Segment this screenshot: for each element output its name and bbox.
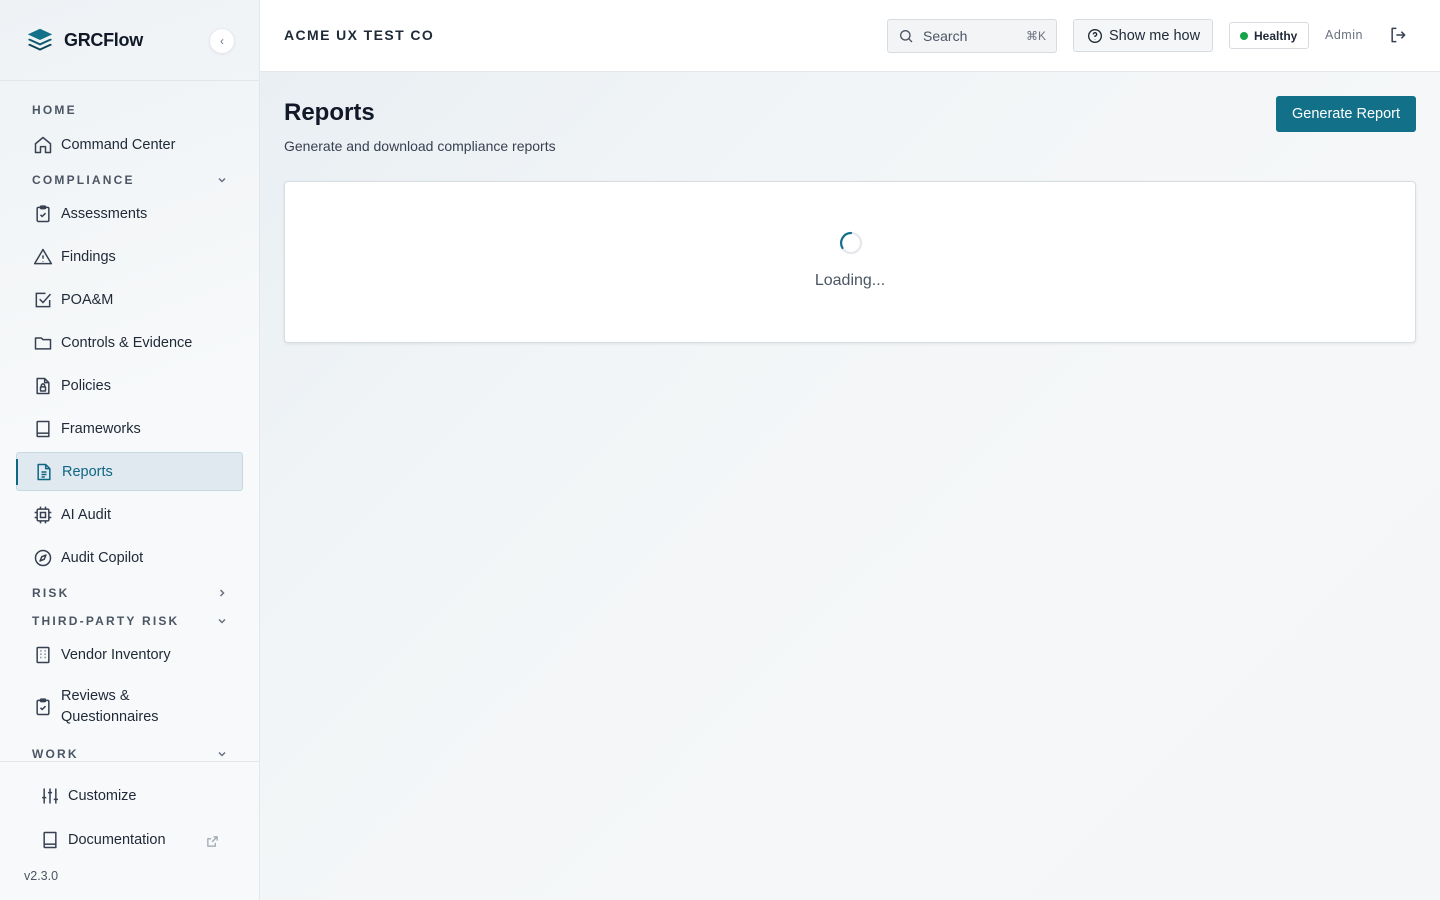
sidebar-item-reports[interactable]: Reports (16, 452, 243, 491)
documentation-link[interactable]: Documentation (40, 830, 166, 850)
sidebar-item-frameworks[interactable]: Frameworks (16, 409, 243, 448)
brand-name: GRCFlow (64, 29, 143, 50)
loading-text: Loading... (814, 272, 886, 289)
user-name: Admin (1325, 28, 1363, 42)
file-text-icon (33, 461, 55, 483)
page-title: Reports (284, 99, 375, 126)
sidebar-nav: HOME Command Center COMPLIANCE Assessmen… (0, 81, 259, 761)
health-status-badge[interactable]: Healthy (1229, 22, 1309, 49)
external-link-icon (207, 836, 218, 847)
home-icon (32, 134, 54, 156)
customize-button[interactable]: Customize (40, 786, 137, 806)
folder-icon (32, 332, 54, 354)
help-circle-icon (1088, 28, 1102, 43)
search-icon (900, 30, 913, 43)
section-home: HOME (32, 103, 77, 117)
sidebar-item-command-center[interactable]: Command Center (16, 125, 243, 164)
cpu-chip-icon (32, 504, 54, 526)
show-me-how-button[interactable]: Show me how (1073, 19, 1213, 52)
loading-spinner-icon (839, 231, 863, 255)
section-risk[interactable]: RISK (32, 584, 228, 602)
sidebar-item-audit-copilot[interactable]: Audit Copilot (16, 538, 243, 577)
chevron-right-icon (219, 589, 225, 597)
sidebar-item-vendor-inventory[interactable]: Vendor Inventory (16, 635, 243, 674)
sidebar-item-poam[interactable]: POA&M (16, 280, 243, 319)
compass-icon (32, 547, 54, 569)
section-work[interactable]: WORK (32, 745, 228, 761)
section-compliance[interactable]: COMPLIANCE (32, 171, 228, 189)
section-third-party-risk[interactable]: THIRD-PARTY RISK (32, 612, 228, 630)
sidebar-item-findings[interactable]: Findings (16, 237, 243, 276)
book-icon (40, 830, 60, 850)
chevron-left-icon: ‹ (220, 34, 224, 48)
book-icon (32, 418, 54, 440)
sidebar-item-controls-evidence[interactable]: Controls & Evidence (16, 323, 243, 362)
organization-name: ACME UX TEST CO (284, 27, 435, 43)
sidebar: GRCFlow ‹ HOME Command Center COMPLIANCE… (0, 0, 260, 900)
collapse-sidebar-button[interactable]: ‹ (209, 28, 235, 54)
warning-triangle-icon (32, 246, 54, 268)
brand: GRCFlow ‹ (0, 0, 259, 81)
top-bar: ACME UX TEST CO Search ⌘K Show me how He… (260, 0, 1440, 72)
app-version: v2.3.0 (24, 869, 59, 883)
sidebar-item-ai-audit[interactable]: AI Audit (16, 495, 243, 534)
sidebar-item-reviews-questionnaires[interactable]: Reviews & Questionnaires (16, 677, 243, 737)
file-lock-icon (32, 375, 54, 397)
checkbox-icon (32, 289, 54, 311)
search-shortcut: ⌘K (1025, 29, 1046, 43)
chevron-down-icon (218, 751, 226, 757)
logout-icon[interactable] (1388, 25, 1408, 45)
chevron-down-icon (218, 177, 226, 183)
search-placeholder: Search (923, 28, 968, 44)
clipboard-check-icon (32, 696, 54, 718)
sidebar-footer: Customize Documentation v2.3.0 (0, 761, 259, 900)
main-content: Reports Generate and download compliance… (260, 72, 1440, 900)
sidebar-item-policies[interactable]: Policies (16, 366, 243, 405)
sliders-icon (40, 786, 60, 806)
grcflow-logo-icon (24, 24, 56, 56)
building-icon (32, 644, 54, 666)
status-dot (1240, 31, 1248, 40)
search-input[interactable]: Search ⌘K (887, 19, 1057, 53)
generate-report-button[interactable]: Generate Report (1276, 96, 1416, 132)
page-subtitle: Generate and download compliance reports (284, 138, 556, 154)
sidebar-item-assessments[interactable]: Assessments (16, 194, 243, 233)
reports-card: Loading... (284, 181, 1416, 343)
clipboard-check-icon (32, 203, 54, 225)
chevron-down-icon (218, 618, 226, 624)
